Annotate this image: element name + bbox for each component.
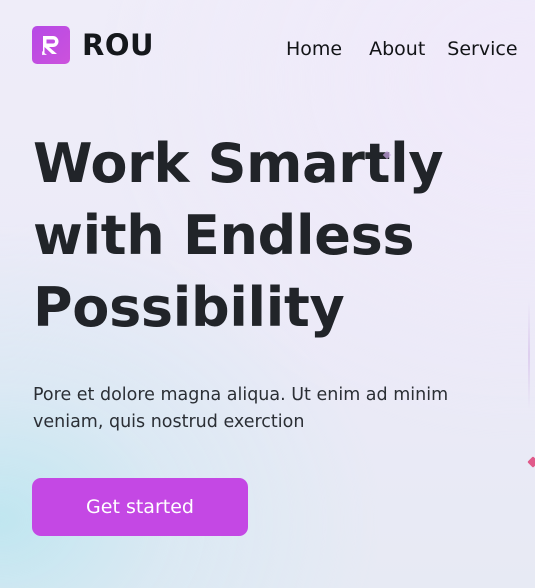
- r-logo-icon: [32, 26, 70, 64]
- hero-title: Work Smartly with Endless Possibility: [33, 128, 444, 344]
- nav-item-service[interactable]: Service: [447, 36, 517, 62]
- brand-name: ROU: [82, 28, 155, 62]
- get-started-button[interactable]: Get started: [32, 478, 248, 536]
- hero-title-line-3: Possibility: [33, 276, 345, 339]
- site-header: ROU Home About Service: [0, 0, 535, 92]
- main-nav: Home About Service: [286, 36, 518, 62]
- hero-subtitle: Pore et dolore magna aliqua. Ut enim ad …: [33, 385, 449, 432]
- hero-title-line-1: Work Smartly: [33, 132, 444, 195]
- brand-logo-link[interactable]: ROU: [32, 26, 154, 64]
- nav-item-home[interactable]: Home: [286, 36, 342, 62]
- diamond-decoration: [527, 456, 535, 468]
- nav-item-about[interactable]: About: [369, 36, 425, 62]
- hero-title-line-2: with Endless: [33, 204, 415, 267]
- decorative-line: [528, 300, 530, 410]
